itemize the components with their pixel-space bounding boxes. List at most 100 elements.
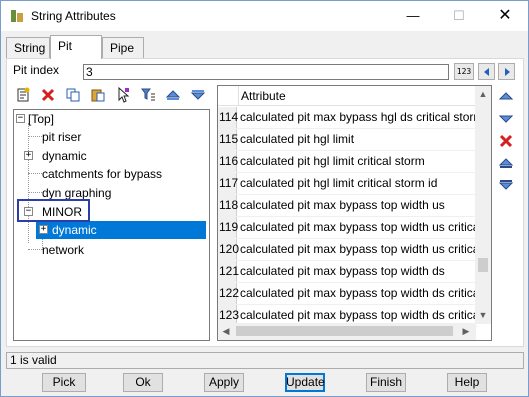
tree-node-dynamic-selected[interactable]: dynamic: [52, 221, 97, 239]
move-down-tree-button[interactable]: [188, 85, 207, 104]
tree-node-top[interactable]: [Top]: [28, 110, 54, 128]
move-bottom-icon: [498, 179, 513, 190]
attribute-grid[interactable]: Attribute 114 calculated pit max bypass h…: [217, 85, 492, 341]
row-value[interactable]: calculated pit hgl limit critical storm …: [240, 173, 478, 194]
table-row[interactable]: 118 calculated pit max bypass top width u…: [218, 195, 478, 217]
row-value[interactable]: calculated pit max bypass top width us c…: [240, 239, 478, 260]
scroll-down-icon[interactable]: ▼: [475, 307, 491, 324]
expand-toggle[interactable]: +: [24, 151, 33, 160]
collapse-toggle[interactable]: −: [16, 114, 25, 123]
tree-line: [28, 136, 42, 137]
delete-x-icon: [41, 88, 54, 101]
tree-line: [28, 249, 42, 250]
finish-button[interactable]: Finish: [366, 373, 406, 392]
close-button[interactable]: ✕: [482, 1, 528, 31]
tree-node-pit-riser[interactable]: pit riser: [42, 128, 81, 146]
app-icon: [11, 10, 23, 22]
filter-button[interactable]: [138, 85, 157, 104]
row-value[interactable]: calculated pit max bypass top width us: [240, 195, 478, 216]
maximize-button[interactable]: ☐: [436, 1, 482, 31]
tree-line: [28, 173, 42, 174]
scroll-up-icon[interactable]: ▲: [475, 86, 491, 103]
row-up-button[interactable]: [496, 87, 515, 106]
pit-index-input[interactable]: 3: [83, 64, 449, 80]
move-to-bottom-button[interactable]: [496, 175, 515, 194]
horizontal-scrollbar[interactable]: ◀ ▶: [218, 323, 476, 340]
paste-button[interactable]: [88, 85, 107, 104]
new-document-icon: [17, 87, 29, 101]
paste-icon: [91, 89, 104, 101]
move-up-tree-button[interactable]: [163, 85, 182, 104]
copy-button[interactable]: [63, 85, 82, 104]
tree-node-catchments-for-bypass[interactable]: catchments for bypass: [42, 165, 162, 183]
attribute-tree[interactable]: − [Top] pit riser + dynamic catchments f…: [13, 109, 210, 341]
arrow-left-icon: [483, 67, 489, 76]
select-button[interactable]: [113, 85, 132, 104]
pick-button[interactable]: Pick: [42, 373, 86, 392]
row-value[interactable]: calculated pit hgl limit: [240, 129, 478, 150]
row-number: 120: [218, 239, 239, 260]
tab-pit[interactable]: Pit: [50, 35, 102, 59]
tab-string[interactable]: String: [6, 37, 50, 58]
column-header-attribute[interactable]: Attribute: [238, 86, 478, 106]
next-pit-button[interactable]: [498, 63, 515, 80]
move-up-icon: [165, 89, 180, 100]
minor-highlight-box: [17, 199, 90, 222]
window-title: String Attributes: [31, 9, 116, 23]
row-value[interactable]: calculated pit max bypass hgl ds critica…: [240, 107, 478, 128]
row-number: 118: [218, 195, 238, 216]
row-down-button[interactable]: [496, 109, 515, 128]
table-row[interactable]: 117 calculated pit hgl limit critical sto…: [218, 173, 478, 195]
tree-line: [28, 192, 42, 193]
table-row[interactable]: 116 calculated pit hgl limit critical sto…: [218, 151, 478, 173]
help-button[interactable]: Help: [447, 373, 487, 392]
delete-row-button[interactable]: [496, 131, 515, 150]
row-value[interactable]: calculated pit max bypass top width ds c…: [240, 283, 478, 304]
update-button[interactable]: Update: [285, 373, 325, 392]
move-down-icon: [498, 115, 513, 123]
move-to-top-button[interactable]: [496, 153, 515, 172]
arrow-right-icon: [504, 67, 510, 76]
ok-button[interactable]: Ok: [123, 373, 163, 392]
pit-index-label: Pit index: [13, 63, 60, 77]
scroll-thumb[interactable]: [236, 326, 453, 336]
row-number: 121: [218, 261, 239, 282]
tree-node-network[interactable]: network: [42, 241, 84, 259]
expand-toggle[interactable]: +: [39, 225, 48, 234]
tree-line: [28, 123, 29, 243]
table-row[interactable]: 115 calculated pit hgl limit: [218, 129, 478, 151]
move-top-icon: [498, 157, 513, 168]
row-number: 117: [218, 173, 238, 194]
delete-x-icon: [499, 134, 512, 147]
scroll-right-icon[interactable]: ▶: [458, 323, 474, 340]
apply-button[interactable]: Apply: [204, 373, 244, 392]
minimize-button[interactable]: —: [390, 1, 436, 31]
filter-tree-icon: [140, 88, 155, 100]
number-pick-icon[interactable]: 123: [454, 63, 474, 80]
vertical-scrollbar[interactable]: ▲ ▼: [475, 86, 491, 324]
copy-icon: [66, 88, 79, 101]
table-row[interactable]: 120 calculated pit max bypass top width u…: [218, 239, 478, 261]
tree-node-dynamic[interactable]: dynamic: [42, 147, 87, 165]
row-value[interactable]: calculated pit max bypass top width ds: [240, 261, 478, 282]
row-number: 114: [218, 107, 238, 128]
row-number: 115: [218, 129, 238, 150]
table-row[interactable]: 121 calculated pit max bypass top width d…: [218, 261, 478, 283]
row-value[interactable]: calculated pit hgl limit critical storm: [240, 151, 478, 172]
tab-pipe[interactable]: Pipe: [102, 37, 144, 58]
table-row[interactable]: 122 calculated pit max bypass top width d…: [218, 283, 478, 305]
table-row[interactable]: 119 calculated pit max bypass top width u…: [218, 217, 478, 239]
row-value[interactable]: calculated pit max bypass top width us c…: [240, 217, 478, 238]
move-down-icon: [190, 89, 205, 100]
grid-header: Attribute: [218, 86, 478, 106]
scroll-left-icon[interactable]: ◀: [218, 323, 234, 340]
new-attribute-button[interactable]: [13, 85, 32, 104]
table-row[interactable]: 114 calculated pit max bypass hgl ds crit…: [218, 107, 478, 129]
prev-pit-button[interactable]: [478, 63, 495, 80]
move-up-icon: [498, 91, 513, 99]
delete-button[interactable]: [38, 85, 57, 104]
row-number: 116: [218, 151, 238, 172]
string-attributes-window: String Attributes — ☐ ✕ String Pit Pipe …: [0, 0, 529, 397]
cursor-arrow-icon: [118, 86, 129, 103]
scroll-thumb[interactable]: [478, 258, 488, 272]
